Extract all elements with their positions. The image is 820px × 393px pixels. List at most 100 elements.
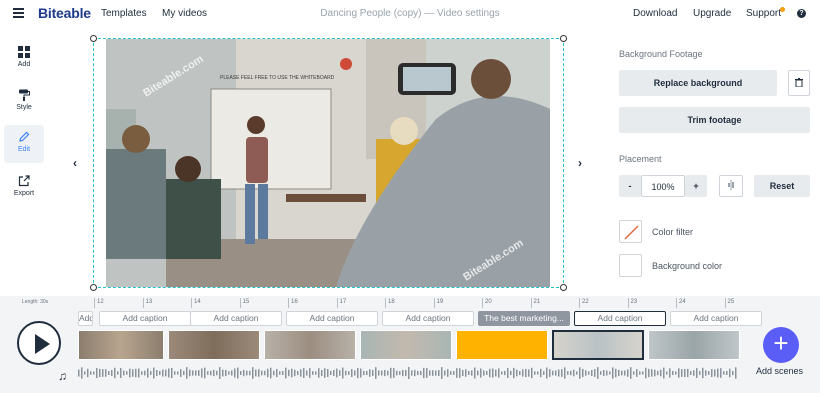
waveform-bar bbox=[591, 369, 593, 377]
resize-handle-top-right[interactable] bbox=[560, 35, 567, 42]
ruler-tick: 20 bbox=[482, 298, 492, 308]
section-name: Video settings bbox=[437, 8, 500, 19]
waveform-bar bbox=[420, 370, 422, 376]
scene-thumbnail[interactable] bbox=[552, 330, 644, 360]
caption-box[interactable]: Add caption bbox=[286, 311, 378, 326]
add-scenes-label[interactable]: Add scenes bbox=[756, 366, 803, 376]
waveform-bar bbox=[486, 371, 488, 375]
waveform-bar bbox=[612, 367, 614, 379]
hamburger-menu-icon[interactable] bbox=[13, 8, 24, 18]
waveform-bar bbox=[561, 369, 563, 377]
add-scenes-button[interactable]: + bbox=[763, 327, 799, 363]
audio-waveform[interactable] bbox=[78, 366, 742, 380]
zoom-in-button[interactable]: + bbox=[685, 175, 707, 197]
next-scene-arrow[interactable]: › bbox=[578, 156, 582, 170]
waveform-bar bbox=[573, 369, 575, 377]
waveform-bar bbox=[339, 370, 341, 376]
background-color-swatch[interactable] bbox=[619, 254, 642, 277]
waveform-bar bbox=[168, 368, 170, 378]
project-name[interactable]: Dancing People (copy) bbox=[320, 8, 421, 19]
waveform-bar bbox=[606, 370, 608, 376]
waveform-bar bbox=[318, 368, 320, 378]
waveform-bar bbox=[723, 371, 725, 375]
support-link[interactable]: Support bbox=[746, 8, 781, 19]
help-icon[interactable]: ? bbox=[797, 9, 806, 18]
whiteboard-sign: PLEASE FEEL FREE TO USE THE WHITEBOARD bbox=[220, 75, 335, 81]
replace-background-button[interactable]: Replace background bbox=[619, 70, 777, 96]
waveform-bar bbox=[186, 367, 188, 379]
nav-my-videos[interactable]: My videos bbox=[162, 8, 207, 19]
previous-scene-arrow[interactable]: ‹ bbox=[73, 156, 77, 170]
upgrade-link[interactable]: Upgrade bbox=[693, 8, 731, 19]
waveform-bar bbox=[204, 367, 206, 379]
waveform-bar bbox=[471, 370, 473, 376]
waveform-bar bbox=[129, 368, 131, 378]
zoom-out-button[interactable]: - bbox=[619, 175, 641, 197]
waveform-bar bbox=[276, 368, 278, 378]
waveform-bar bbox=[474, 367, 476, 379]
color-filter-swatch[interactable] bbox=[619, 220, 642, 243]
zoom-value-field[interactable]: 100% bbox=[641, 175, 685, 197]
waveform-bar bbox=[708, 371, 710, 375]
waveform-bar bbox=[111, 369, 113, 377]
waveform-bar bbox=[189, 369, 191, 377]
trim-footage-button[interactable]: Trim footage bbox=[619, 107, 810, 133]
resize-handle-bottom-left[interactable] bbox=[90, 284, 97, 291]
scene-thumbnail[interactable] bbox=[168, 330, 260, 360]
waveform-bar bbox=[87, 368, 89, 378]
ruler-tick: 13 bbox=[142, 298, 152, 308]
resize-handle-bottom-right[interactable] bbox=[560, 284, 567, 291]
ruler-tick: 25 bbox=[724, 298, 734, 308]
waveform-bar bbox=[399, 371, 401, 375]
waveform-bar bbox=[351, 369, 353, 377]
waveform-bar bbox=[285, 367, 287, 379]
reset-placement-button[interactable]: Reset bbox=[754, 175, 810, 197]
align-center-button[interactable] bbox=[719, 175, 743, 197]
sidebar-item-add[interactable]: Add bbox=[4, 40, 44, 78]
sidebar-item-label: Edit bbox=[17, 146, 31, 153]
scene-thumbnail[interactable] bbox=[78, 330, 164, 360]
waveform-bar bbox=[729, 368, 731, 378]
scene-thumbnail[interactable] bbox=[360, 330, 452, 360]
waveform-bar bbox=[315, 371, 317, 375]
waveform-bar bbox=[528, 369, 530, 377]
sidebar-item-edit[interactable]: Edit bbox=[4, 125, 44, 163]
caption-box[interactable]: Add caption bbox=[99, 311, 191, 326]
waveform-bar bbox=[354, 370, 356, 376]
waveform-bar bbox=[99, 368, 101, 378]
video-preview[interactable]: PLEASE FEEL FREE TO USE THE WHITEBOARD B… bbox=[106, 39, 550, 287]
scene-thumbnail[interactable] bbox=[264, 330, 356, 360]
waveform-bar bbox=[492, 368, 494, 378]
caption-box[interactable]: Add caption bbox=[382, 311, 474, 326]
waveform-bar bbox=[243, 369, 245, 377]
caption-box[interactable]: Add caption bbox=[190, 311, 282, 326]
waveform-bar bbox=[645, 367, 647, 379]
delete-background-button[interactable] bbox=[788, 70, 810, 96]
music-note-icon[interactable]: ♫ bbox=[58, 369, 67, 383]
resize-handle-top-left[interactable] bbox=[90, 35, 97, 42]
timeline-ruler[interactable]: 12 13 14 15 16 17 18 19 20 21 22 23 24 25 bbox=[78, 298, 742, 308]
biteable-logo[interactable]: Biteable bbox=[38, 5, 91, 21]
sidebar-item-export[interactable]: Export bbox=[4, 169, 44, 207]
scene-thumbnail[interactable] bbox=[648, 330, 740, 360]
caption-box[interactable]: The best marketing... bbox=[478, 311, 570, 326]
waveform-bar bbox=[273, 370, 275, 376]
waveform-bar bbox=[135, 368, 137, 378]
waveform-bar bbox=[678, 368, 680, 378]
ruler-tick: 19 bbox=[433, 298, 443, 308]
waveform-bar bbox=[360, 368, 362, 378]
waveform-bar bbox=[684, 368, 686, 378]
caption-box[interactable]: Add caption bbox=[574, 311, 666, 326]
download-link[interactable]: Download bbox=[633, 8, 677, 19]
caption-box[interactable]: Add caption bbox=[670, 311, 762, 326]
scene-thumbnail[interactable] bbox=[456, 330, 548, 360]
nav-templates[interactable]: Templates bbox=[101, 8, 147, 19]
waveform-bar bbox=[696, 368, 698, 378]
waveform-bar bbox=[171, 367, 173, 379]
play-button[interactable] bbox=[17, 321, 61, 365]
caption-box[interactable]: Add caption bbox=[78, 311, 93, 326]
waveform-bar bbox=[201, 368, 203, 378]
waveform-bar bbox=[378, 370, 380, 376]
waveform-bar bbox=[669, 368, 671, 378]
sidebar-item-style[interactable]: Style bbox=[4, 83, 44, 121]
